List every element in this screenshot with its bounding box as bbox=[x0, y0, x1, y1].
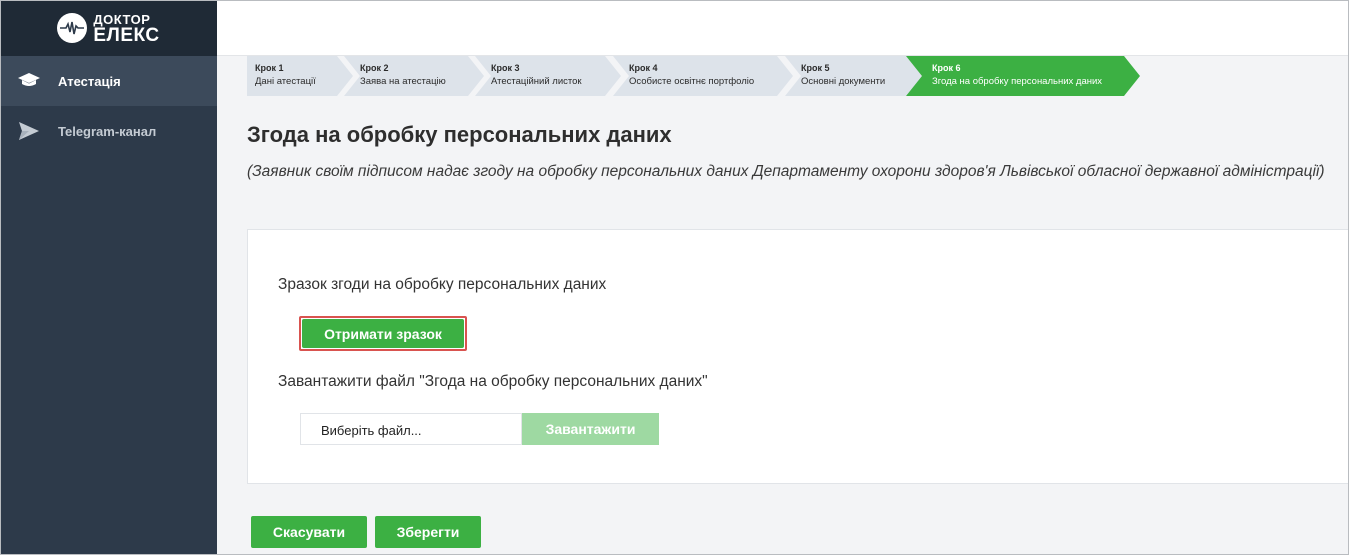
step-title: Крок 1 bbox=[255, 63, 284, 73]
file-select-input[interactable]: Виберіть файл... bbox=[300, 413, 522, 445]
save-button[interactable]: Зберегти bbox=[375, 516, 481, 548]
upload-label: Завантажити файл "Згода на обробку персо… bbox=[278, 373, 708, 390]
step-subtitle: Основні документи bbox=[801, 76, 886, 87]
step-subtitle: Дані атестації bbox=[255, 76, 316, 87]
step-1[interactable]: Крок 1 Дані атестації bbox=[247, 56, 353, 96]
sample-label: Зразок згоди на обробку персональних дан… bbox=[278, 276, 607, 293]
upload-button[interactable]: Завантажити bbox=[522, 413, 659, 445]
step-title: Крок 3 bbox=[491, 63, 520, 73]
step-subtitle: Заява на атестацію bbox=[360, 76, 446, 87]
top-bar bbox=[217, 0, 1349, 56]
graduation-cap-icon bbox=[18, 72, 40, 90]
consent-card: Зразок згоди на обробку персональних дан… bbox=[247, 229, 1349, 484]
page-subtitle: (Заявник своїм підписом надає згоду на о… bbox=[247, 163, 1325, 180]
step-3[interactable]: Крок 3 Атестаційний листок bbox=[475, 56, 621, 96]
step-2[interactable]: Крок 2 Заява на атестацію bbox=[344, 56, 484, 96]
logo-pulse-icon bbox=[57, 13, 88, 43]
sidebar-item-telegram[interactable]: Telegram-канал bbox=[0, 106, 217, 156]
sidebar-item-label: Telegram-канал bbox=[58, 123, 157, 139]
step-subtitle: Атестаційний листок bbox=[491, 76, 582, 87]
paper-plane-icon bbox=[18, 122, 40, 140]
logo-text: ДОКТОР ЕЛЕКС bbox=[93, 12, 160, 46]
page-title: Згода на обробку персональних даних bbox=[247, 122, 672, 147]
logo-bar: ДОКТОР ЕЛЕКС bbox=[0, 0, 217, 56]
step-5[interactable]: Крок 5 Основні документи bbox=[785, 56, 924, 96]
sidebar: ДОКТОР ЕЛЕКС Атестація Telegram-канал bbox=[0, 0, 217, 555]
step-subtitle: Особисте освітнє портфоліо bbox=[629, 76, 755, 87]
get-sample-button[interactable]: Отримати зразок bbox=[302, 319, 464, 348]
sidebar-item-label: Атестація bbox=[58, 73, 121, 89]
cancel-button[interactable]: Скасувати bbox=[251, 516, 367, 548]
sidebar-item-attestation[interactable]: Атестація bbox=[0, 56, 217, 106]
logo[interactable]: ДОКТОР ЕЛЕКС bbox=[57, 12, 160, 46]
step-6[interactable]: Крок 6 Згода на обробку персональних дан… bbox=[906, 56, 1140, 96]
step-title: Крок 4 bbox=[629, 63, 658, 73]
step-subtitle: Згода на обробку персональних даних bbox=[932, 76, 1103, 87]
step-title: Крок 6 bbox=[932, 63, 961, 73]
logo-line2: ЕЛЕКС bbox=[93, 24, 160, 46]
step-title: Крок 5 bbox=[801, 63, 830, 73]
step-4[interactable]: Крок 4 Особисте освітнє портфоліо bbox=[613, 56, 793, 96]
step-title: Крок 2 bbox=[360, 63, 389, 73]
